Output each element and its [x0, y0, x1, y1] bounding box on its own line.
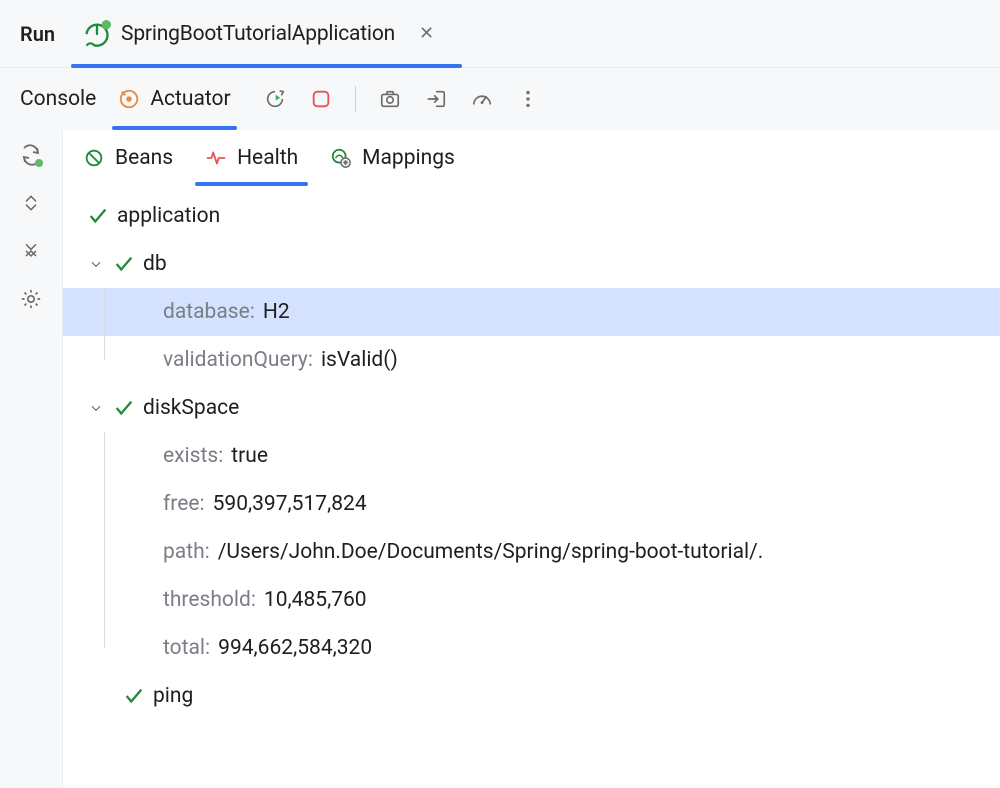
refresh-icon[interactable]: [18, 142, 44, 168]
expand-collapse-down-icon[interactable]: [18, 238, 44, 264]
tree-leaf-threshold[interactable]: threshold: 10,485,760: [63, 576, 1000, 624]
health-tree: application db database: H2 va: [63, 186, 1000, 788]
tab-actuator[interactable]: Actuator: [118, 68, 230, 130]
run-configuration-tab[interactable]: SpringBootTutorialApplication ✕: [79, 0, 438, 67]
gutter-sidebar: [0, 130, 63, 788]
tab-health[interactable]: Health: [205, 130, 298, 186]
actuator-tabs: Beans Health Mappings: [63, 130, 1000, 186]
spring-boot-icon: [83, 20, 111, 48]
run-title: Run: [20, 22, 55, 46]
tree-leaf-path[interactable]: path: /Users/John.Doe/Documents/Spring/s…: [63, 528, 1000, 576]
actuator-icon: [118, 88, 140, 110]
tree-leaf-exists[interactable]: exists: true: [63, 432, 1000, 480]
chevron-down-icon[interactable]: [87, 257, 105, 271]
beans-icon: [83, 147, 105, 169]
tree-leaf-total[interactable]: total: 994,662,584,320: [63, 624, 1000, 672]
stop-button[interactable]: [309, 87, 333, 111]
tab-mappings[interactable]: Mappings: [330, 130, 455, 186]
main-area: Beans Health Mappings: [0, 130, 1000, 788]
chevron-down-icon[interactable]: [87, 401, 105, 415]
camera-button[interactable]: [378, 87, 402, 111]
run-actions: [263, 86, 540, 112]
run-toolbar: Run SpringBootTutorialApplication ✕: [0, 0, 1000, 68]
expand-collapse-up-icon[interactable]: [18, 190, 44, 216]
check-icon: [123, 685, 145, 707]
mappings-icon: [330, 147, 352, 169]
tree-leaf-database[interactable]: database: H2: [63, 288, 1000, 336]
content-panel: Beans Health Mappings: [63, 130, 1000, 788]
tab-console[interactable]: Console: [20, 68, 96, 130]
tree-node-ping[interactable]: ping: [63, 672, 1000, 720]
tree-leaf-validation[interactable]: validationQuery: isValid(): [63, 336, 1000, 384]
more-button[interactable]: [516, 87, 540, 111]
check-icon: [87, 205, 109, 227]
gear-icon[interactable]: [18, 286, 44, 312]
health-icon: [205, 147, 227, 169]
tree-node-db[interactable]: db: [63, 240, 1000, 288]
gauge-button[interactable]: [470, 87, 494, 111]
rerun-button[interactable]: [263, 87, 287, 111]
tree-node-application[interactable]: application: [63, 192, 1000, 240]
tree-leaf-free[interactable]: free: 590,397,517,824: [63, 480, 1000, 528]
check-icon: [113, 253, 135, 275]
tree-node-diskspace[interactable]: diskSpace: [63, 384, 1000, 432]
separator: [355, 86, 356, 112]
check-icon: [113, 397, 135, 419]
console-actuator-toolbar: Console Actuator: [0, 68, 1000, 130]
exit-button[interactable]: [424, 87, 448, 111]
close-tab-button[interactable]: ✕: [415, 19, 438, 48]
tab-beans[interactable]: Beans: [83, 130, 173, 186]
run-config-name: SpringBootTutorialApplication: [121, 22, 395, 46]
